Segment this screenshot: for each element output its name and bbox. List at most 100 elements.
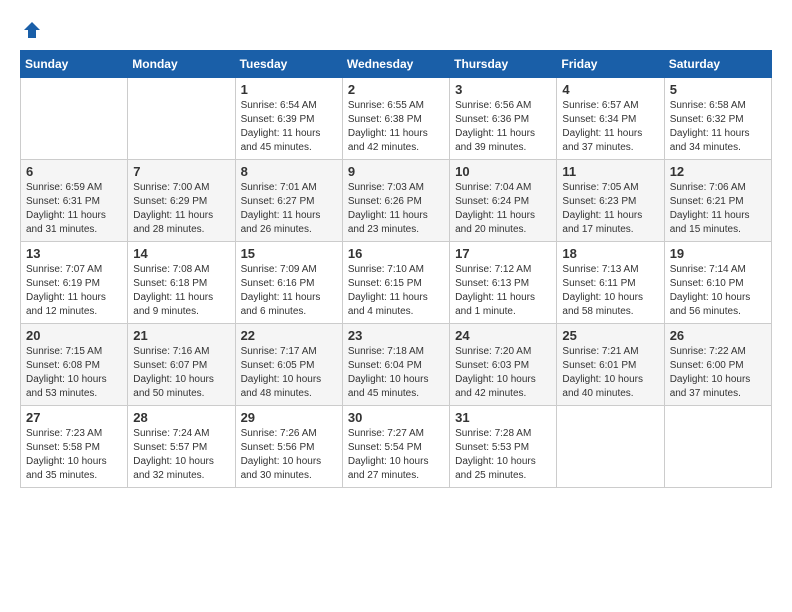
day-header: Tuesday bbox=[235, 51, 342, 78]
calendar-cell: 16 Sunrise: 7:10 AM Sunset: 6:15 PM Dayl… bbox=[342, 242, 449, 324]
day-header: Thursday bbox=[450, 51, 557, 78]
day-number: 18 bbox=[562, 246, 658, 261]
sunset: Sunset: 6:05 PM bbox=[241, 359, 337, 373]
calendar-cell: 29 Sunrise: 7:26 AM Sunset: 5:56 PM Dayl… bbox=[235, 406, 342, 488]
calendar-cell: 20 Sunrise: 7:15 AM Sunset: 6:08 PM Dayl… bbox=[21, 324, 128, 406]
sunset: Sunset: 6:23 PM bbox=[562, 195, 658, 209]
sunrise: Sunrise: 7:17 AM bbox=[241, 345, 337, 359]
sunrise: Sunrise: 7:00 AM bbox=[133, 181, 229, 195]
calendar-cell: 1 Sunrise: 6:54 AM Sunset: 6:39 PM Dayli… bbox=[235, 78, 342, 160]
sunrise: Sunrise: 7:24 AM bbox=[133, 427, 229, 441]
sunrise: Sunrise: 6:56 AM bbox=[455, 99, 551, 113]
sunrise: Sunrise: 6:55 AM bbox=[348, 99, 444, 113]
calendar-cell: 28 Sunrise: 7:24 AM Sunset: 5:57 PM Dayl… bbox=[128, 406, 235, 488]
day-number: 8 bbox=[241, 164, 337, 179]
day-number: 1 bbox=[241, 82, 337, 97]
calendar-cell: 13 Sunrise: 7:07 AM Sunset: 6:19 PM Dayl… bbox=[21, 242, 128, 324]
day-number: 25 bbox=[562, 328, 658, 343]
sunset: Sunset: 5:57 PM bbox=[133, 441, 229, 455]
sunset: Sunset: 6:18 PM bbox=[133, 277, 229, 291]
daylight: Daylight: 10 hours and 53 minutes. bbox=[26, 373, 122, 401]
daylight: Daylight: 11 hours and 37 minutes. bbox=[562, 127, 658, 155]
sunset: Sunset: 5:58 PM bbox=[26, 441, 122, 455]
calendar-cell: 26 Sunrise: 7:22 AM Sunset: 6:00 PM Dayl… bbox=[664, 324, 771, 406]
sunset: Sunset: 5:56 PM bbox=[241, 441, 337, 455]
day-number: 11 bbox=[562, 164, 658, 179]
calendar-cell: 7 Sunrise: 7:00 AM Sunset: 6:29 PM Dayli… bbox=[128, 160, 235, 242]
calendar-cell: 30 Sunrise: 7:27 AM Sunset: 5:54 PM Dayl… bbox=[342, 406, 449, 488]
sunrise: Sunrise: 7:16 AM bbox=[133, 345, 229, 359]
sunset: Sunset: 6:24 PM bbox=[455, 195, 551, 209]
daylight: Daylight: 11 hours and 28 minutes. bbox=[133, 209, 229, 237]
daylight: Daylight: 10 hours and 50 minutes. bbox=[133, 373, 229, 401]
daylight: Daylight: 10 hours and 40 minutes. bbox=[562, 373, 658, 401]
sunrise: Sunrise: 7:26 AM bbox=[241, 427, 337, 441]
daylight: Daylight: 11 hours and 45 minutes. bbox=[241, 127, 337, 155]
sunset: Sunset: 6:36 PM bbox=[455, 113, 551, 127]
sunset: Sunset: 6:29 PM bbox=[133, 195, 229, 209]
sunset: Sunset: 6:10 PM bbox=[670, 277, 766, 291]
day-header: Sunday bbox=[21, 51, 128, 78]
sunrise: Sunrise: 7:28 AM bbox=[455, 427, 551, 441]
daylight: Daylight: 11 hours and 20 minutes. bbox=[455, 209, 551, 237]
sunset: Sunset: 5:53 PM bbox=[455, 441, 551, 455]
day-header: Saturday bbox=[664, 51, 771, 78]
sunset: Sunset: 6:07 PM bbox=[133, 359, 229, 373]
sunset: Sunset: 6:27 PM bbox=[241, 195, 337, 209]
daylight: Daylight: 10 hours and 56 minutes. bbox=[670, 291, 766, 319]
calendar-cell: 18 Sunrise: 7:13 AM Sunset: 6:11 PM Dayl… bbox=[557, 242, 664, 324]
calendar-cell: 15 Sunrise: 7:09 AM Sunset: 6:16 PM Dayl… bbox=[235, 242, 342, 324]
day-number: 6 bbox=[26, 164, 122, 179]
calendar-cell: 10 Sunrise: 7:04 AM Sunset: 6:24 PM Dayl… bbox=[450, 160, 557, 242]
logo bbox=[20, 20, 42, 40]
day-number: 4 bbox=[562, 82, 658, 97]
daylight: Daylight: 11 hours and 17 minutes. bbox=[562, 209, 658, 237]
day-number: 12 bbox=[670, 164, 766, 179]
calendar-cell: 22 Sunrise: 7:17 AM Sunset: 6:05 PM Dayl… bbox=[235, 324, 342, 406]
sunset: Sunset: 6:21 PM bbox=[670, 195, 766, 209]
sunrise: Sunrise: 7:05 AM bbox=[562, 181, 658, 195]
day-number: 21 bbox=[133, 328, 229, 343]
sunrise: Sunrise: 7:22 AM bbox=[670, 345, 766, 359]
day-header: Friday bbox=[557, 51, 664, 78]
calendar-cell: 17 Sunrise: 7:12 AM Sunset: 6:13 PM Dayl… bbox=[450, 242, 557, 324]
sunrise: Sunrise: 7:12 AM bbox=[455, 263, 551, 277]
day-number: 24 bbox=[455, 328, 551, 343]
sunrise: Sunrise: 6:59 AM bbox=[26, 181, 122, 195]
logo-icon bbox=[22, 20, 42, 40]
day-number: 2 bbox=[348, 82, 444, 97]
daylight: Daylight: 11 hours and 39 minutes. bbox=[455, 127, 551, 155]
sunrise: Sunrise: 7:21 AM bbox=[562, 345, 658, 359]
sunset: Sunset: 6:34 PM bbox=[562, 113, 658, 127]
daylight: Daylight: 11 hours and 31 minutes. bbox=[26, 209, 122, 237]
day-number: 16 bbox=[348, 246, 444, 261]
calendar-cell: 25 Sunrise: 7:21 AM Sunset: 6:01 PM Dayl… bbox=[557, 324, 664, 406]
sunset: Sunset: 6:13 PM bbox=[455, 277, 551, 291]
day-number: 17 bbox=[455, 246, 551, 261]
sunrise: Sunrise: 7:01 AM bbox=[241, 181, 337, 195]
sunset: Sunset: 6:26 PM bbox=[348, 195, 444, 209]
daylight: Daylight: 10 hours and 58 minutes. bbox=[562, 291, 658, 319]
sunrise: Sunrise: 7:14 AM bbox=[670, 263, 766, 277]
daylight: Daylight: 10 hours and 30 minutes. bbox=[241, 455, 337, 483]
sunset: Sunset: 6:03 PM bbox=[455, 359, 551, 373]
calendar-cell: 27 Sunrise: 7:23 AM Sunset: 5:58 PM Dayl… bbox=[21, 406, 128, 488]
calendar-cell: 12 Sunrise: 7:06 AM Sunset: 6:21 PM Dayl… bbox=[664, 160, 771, 242]
sunset: Sunset: 6:01 PM bbox=[562, 359, 658, 373]
calendar-cell: 9 Sunrise: 7:03 AM Sunset: 6:26 PM Dayli… bbox=[342, 160, 449, 242]
day-number: 23 bbox=[348, 328, 444, 343]
calendar-cell bbox=[557, 406, 664, 488]
sunrise: Sunrise: 7:07 AM bbox=[26, 263, 122, 277]
calendar-cell: 19 Sunrise: 7:14 AM Sunset: 6:10 PM Dayl… bbox=[664, 242, 771, 324]
calendar-cell: 3 Sunrise: 6:56 AM Sunset: 6:36 PM Dayli… bbox=[450, 78, 557, 160]
daylight: Daylight: 10 hours and 32 minutes. bbox=[133, 455, 229, 483]
day-header: Wednesday bbox=[342, 51, 449, 78]
sunset: Sunset: 6:31 PM bbox=[26, 195, 122, 209]
calendar-table: SundayMondayTuesdayWednesdayThursdayFrid… bbox=[20, 50, 772, 488]
sunrise: Sunrise: 7:08 AM bbox=[133, 263, 229, 277]
day-number: 15 bbox=[241, 246, 337, 261]
sunrise: Sunrise: 7:23 AM bbox=[26, 427, 122, 441]
sunrise: Sunrise: 7:20 AM bbox=[455, 345, 551, 359]
sunrise: Sunrise: 7:09 AM bbox=[241, 263, 337, 277]
sunset: Sunset: 6:38 PM bbox=[348, 113, 444, 127]
